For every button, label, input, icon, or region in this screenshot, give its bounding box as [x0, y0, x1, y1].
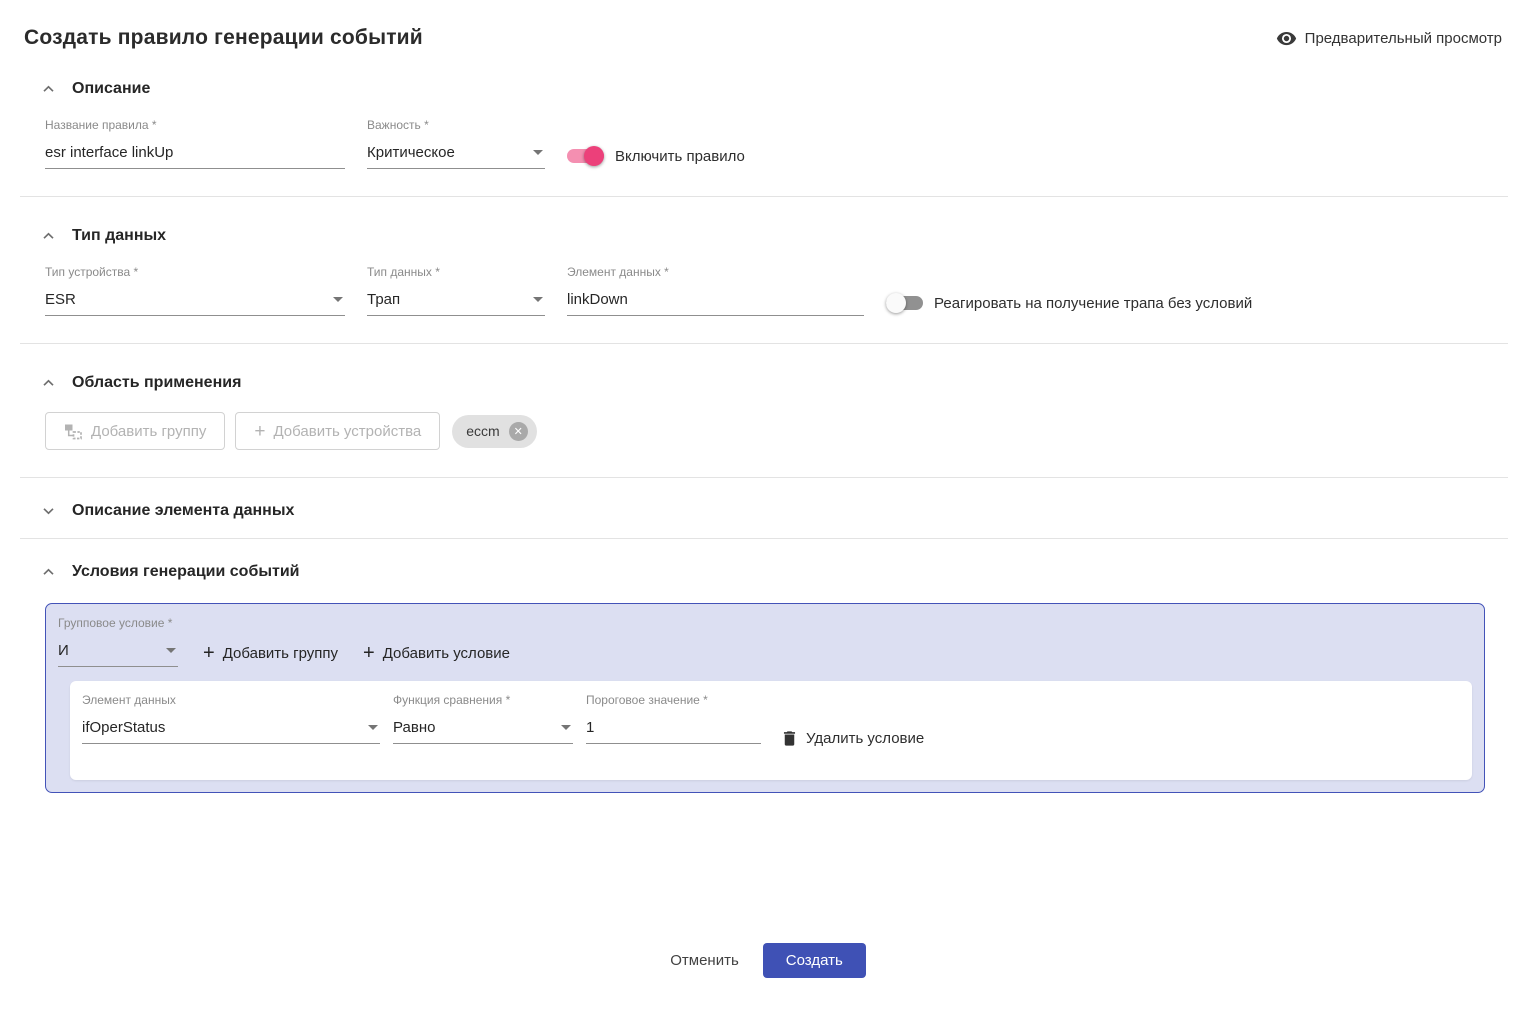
add-condition-button-label: Добавить условие [383, 645, 510, 662]
section-conditions-header[interactable]: Условия генерации событий [42, 563, 1508, 581]
threshold-field: Пороговое значение * [586, 693, 761, 744]
data-type-select[interactable]: Трап [367, 289, 545, 316]
dropdown-arrow-icon [533, 297, 543, 302]
dropdown-arrow-icon [533, 150, 543, 155]
preview-button[interactable]: Предварительный просмотр [1276, 28, 1502, 49]
data-element-field: Элемент данных * [567, 265, 864, 316]
add-devices-button-label: Добавить устройства [273, 423, 421, 440]
chip-remove-icon[interactable]: ✕ [509, 422, 528, 441]
footer-actions: Отменить Создать [20, 943, 1508, 994]
device-group-icon [64, 422, 83, 441]
add-group-button-label: Добавить группу [91, 423, 206, 440]
threshold-label: Пороговое значение * [586, 693, 761, 707]
cancel-button[interactable]: Отменить [662, 943, 747, 978]
data-type-field: Тип данных * Трап [367, 265, 545, 316]
condition-row-card: Элемент данных ifOperStatus Функция срав… [70, 681, 1472, 780]
group-condition-select[interactable]: И [58, 640, 178, 667]
threshold-input[interactable] [586, 717, 761, 744]
severity-label: Важность * [367, 118, 545, 132]
rule-name-input[interactable] [45, 142, 345, 169]
compare-function-label: Функция сравнения * [393, 693, 573, 707]
description-fields-row: Название правила * Важность * Критическо… [45, 118, 1508, 169]
rule-name-label: Название правила * [45, 118, 345, 132]
dropdown-arrow-icon [561, 725, 571, 730]
create-rule-page: Создать правило генерации событий Предва… [0, 0, 1528, 1014]
compare-function-value: Равно [393, 719, 435, 736]
section-divider [20, 343, 1508, 344]
compare-function-select[interactable]: Равно [393, 717, 573, 744]
device-type-value: ESR [45, 291, 76, 308]
create-button[interactable]: Создать [763, 943, 866, 978]
delete-condition-button[interactable]: Удалить условие [780, 729, 924, 748]
compare-function-field: Функция сравнения * Равно [393, 693, 573, 744]
plus-icon: + [254, 422, 265, 441]
severity-field: Важность * Критическое [367, 118, 545, 169]
plus-icon: + [203, 643, 215, 663]
delete-condition-button-label: Удалить условие [806, 730, 924, 747]
dropdown-arrow-icon [166, 648, 176, 653]
condition-fields-row: Элемент данных ifOperStatus Функция срав… [82, 693, 1460, 744]
add-devices-button[interactable]: + Добавить устройства [235, 412, 440, 450]
enable-rule-toggle-group: Включить правило [567, 146, 745, 166]
condition-data-element-field: Элемент данных ifOperStatus [82, 693, 380, 744]
condition-data-element-value: ifOperStatus [82, 719, 165, 736]
react-trap-toggle-group: Реагировать на получение трапа без услов… [886, 293, 1252, 313]
severity-value: Критическое [367, 144, 455, 161]
section-description-header[interactable]: Описание [42, 80, 1508, 98]
add-condition-button[interactable]: + Добавить условие [363, 643, 510, 667]
chevron-up-icon [42, 232, 55, 240]
data-element-input[interactable] [567, 289, 864, 316]
group-condition-field: Групповое условие * И [58, 616, 178, 667]
rule-name-field: Название правила * [45, 118, 345, 169]
condition-data-element-select[interactable]: ifOperStatus [82, 717, 380, 744]
scope-chip-label: eccm [466, 423, 499, 439]
page-title: Создать правило генерации событий [24, 26, 423, 50]
data-type-fields-row: Тип устройства * ESR Тип данных * Трап Э… [45, 265, 1508, 316]
data-type-value: Трап [367, 291, 400, 308]
section-element-description-header[interactable]: Описание элемента данных [42, 502, 1508, 520]
preview-button-label: Предварительный просмотр [1305, 30, 1502, 47]
section-divider [20, 477, 1508, 478]
condition-group-box: Групповое условие * И + Добавить группу … [45, 603, 1485, 793]
react-trap-toggle-label: Реагировать на получение трапа без услов… [934, 295, 1252, 312]
data-type-label: Тип данных * [367, 265, 545, 279]
section-description-title: Описание [72, 80, 150, 98]
scope-chip: eccm ✕ [452, 415, 536, 448]
device-type-select[interactable]: ESR [45, 289, 345, 316]
section-data-type-title: Тип данных [72, 227, 166, 245]
eye-icon [1276, 28, 1297, 49]
scope-row: Добавить группу + Добавить устройства ec… [45, 412, 1508, 450]
condition-data-element-label: Элемент данных [82, 693, 380, 707]
section-data-type-header[interactable]: Тип данных [42, 227, 1508, 245]
section-divider [20, 196, 1508, 197]
section-conditions-title: Условия генерации событий [72, 563, 300, 581]
chevron-up-icon [42, 568, 55, 576]
add-group-button[interactable]: Добавить группу [45, 412, 225, 450]
group-condition-row: Групповое условие * И + Добавить группу … [58, 616, 1472, 667]
chevron-down-icon [42, 507, 55, 515]
section-scope-header[interactable]: Область применения [42, 374, 1508, 392]
section-element-description-title: Описание элемента данных [72, 502, 294, 520]
severity-select[interactable]: Критическое [367, 142, 545, 169]
group-condition-label: Групповое условие * [58, 616, 178, 630]
chevron-up-icon [42, 85, 55, 93]
trash-icon [780, 729, 799, 748]
dropdown-arrow-icon [333, 297, 343, 302]
enable-rule-toggle-label: Включить правило [615, 148, 745, 165]
dropdown-arrow-icon [368, 725, 378, 730]
topbar: Создать правило генерации событий Предва… [20, 0, 1508, 50]
add-condition-group-button[interactable]: + Добавить группу [203, 643, 338, 667]
section-divider [20, 538, 1508, 539]
data-element-label: Элемент данных * [567, 265, 864, 279]
section-scope-title: Область применения [72, 374, 241, 392]
plus-icon: + [363, 643, 375, 663]
react-trap-toggle[interactable] [886, 293, 923, 313]
chevron-up-icon [42, 379, 55, 387]
add-condition-group-button-label: Добавить группу [223, 645, 338, 662]
enable-rule-toggle[interactable] [567, 146, 604, 166]
device-type-label: Тип устройства * [45, 265, 345, 279]
device-type-field: Тип устройства * ESR [45, 265, 345, 316]
group-condition-value: И [58, 642, 69, 659]
